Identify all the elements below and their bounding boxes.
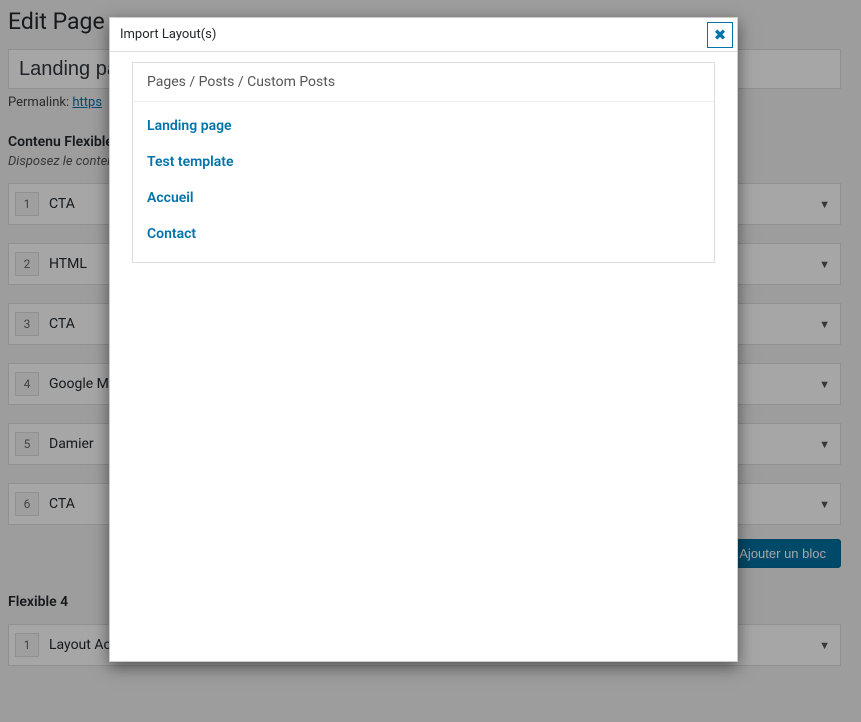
import-layout-item[interactable]: Test template [147,144,700,180]
close-icon: ✖ [714,26,727,44]
import-layout-item[interactable]: Accueil [147,180,700,216]
modal-close-button[interactable]: ✖ [707,22,733,48]
import-panel-header: Pages / Posts / Custom Posts [133,63,714,102]
import-layout-modal: Import Layout(s) ✖ Pages / Posts / Custo… [109,17,738,662]
import-layout-item[interactable]: Contact [147,216,700,252]
import-layout-item[interactable]: Landing page [147,108,700,144]
import-panel: Pages / Posts / Custom Posts Landing pag… [132,62,715,263]
modal-title: Import Layout(s) [120,27,216,42]
